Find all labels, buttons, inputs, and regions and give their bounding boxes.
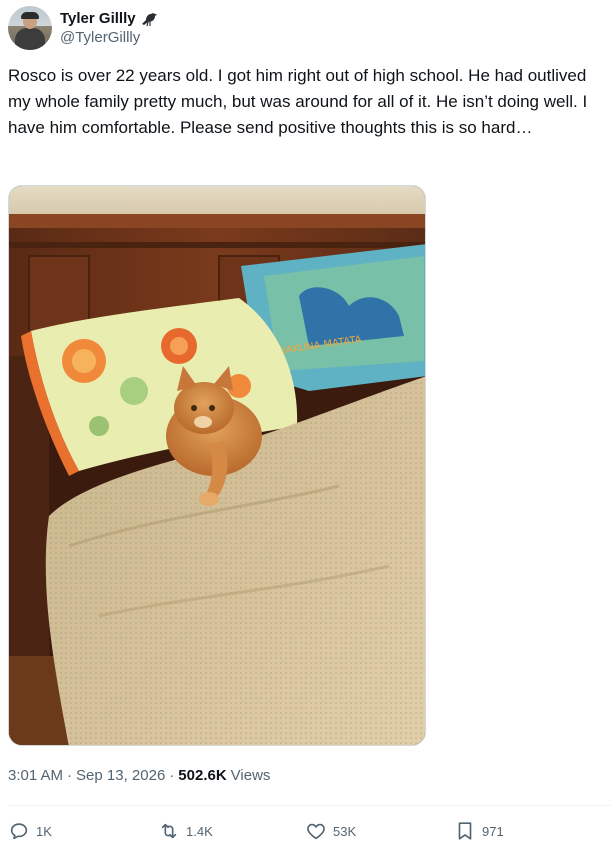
retweet-count: 1.4K [186,823,213,839]
tweet-time[interactable]: 3:01 AM [8,767,63,784]
heart-icon [307,823,325,840]
display-name[interactable]: Tyler Gillly [60,9,136,28]
tweet-date[interactable]: Sep 13, 2026 [76,767,165,784]
reply-icon [10,823,28,840]
author-names: Tyler Gillly @TylerGillly [60,9,158,47]
retweet-icon [161,823,177,839]
views-label: Views [230,766,271,784]
divider [8,805,611,806]
meta-separator: · [67,766,73,784]
like-count: 53K [333,823,357,839]
bookmark-count: 971 [482,823,504,839]
tweet-text: Rosco is over 22 years old. I got him ri… [8,66,588,137]
reply-button[interactable]: 1K [8,818,52,844]
tweet-header: Tyler Gillly @TylerGillly [8,5,158,51]
bookmark-button[interactable]: 971 [454,818,504,844]
tweet-actions: 1K 1.4K 53K 971 [8,818,608,844]
handle[interactable]: @TylerGillly [60,28,158,47]
like-button[interactable]: 53K [305,818,356,844]
tweet-meta: 3:01 AM · Sep 13, 2026 · 502.6K Views [8,765,270,785]
retweet-button[interactable]: 1.4K [158,818,213,844]
views-count: 502.6K [178,766,227,784]
avatar[interactable] [8,6,52,50]
bookmark-icon [458,822,472,840]
crow-icon [140,11,158,27]
meta-separator: · [169,766,175,784]
cat-on-bed-image: HAKUNA MATATA [9,186,425,745]
tweet-photo[interactable]: HAKUNA MATATA [8,185,426,746]
reply-count: 1K [36,823,52,839]
